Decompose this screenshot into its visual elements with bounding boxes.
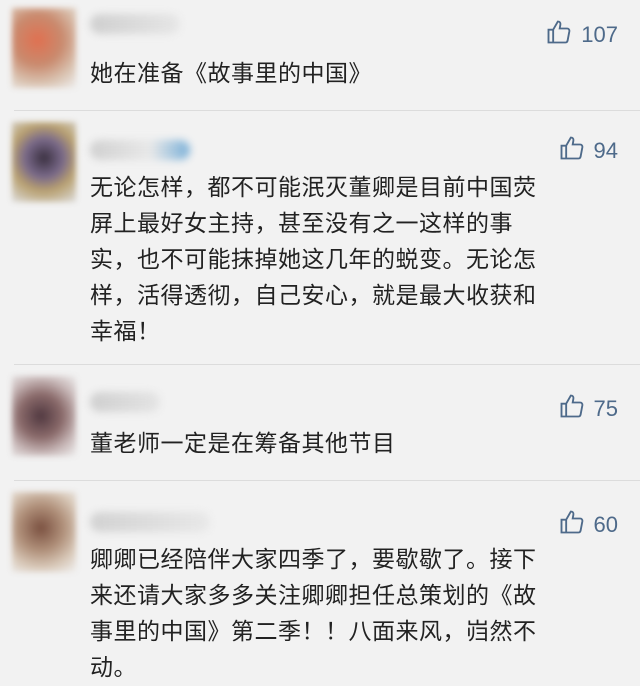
comment-text: 董老师一定是在筹备其他节目 <box>90 431 396 457</box>
like-button[interactable]: 94 <box>558 134 618 168</box>
thumbs-up-icon <box>558 392 594 426</box>
like-button[interactable]: 107 <box>545 18 618 52</box>
comment-text: 卿卿已经陪伴大家四季了，要歇歇了。接下 来还请大家多多关注卿卿担任总策划的《故 … <box>90 547 537 681</box>
like-count: 107 <box>581 22 618 47</box>
avatar[interactable] <box>12 492 76 572</box>
avatar[interactable] <box>12 8 76 88</box>
comment-text: 她在准备《故事里的中国》 <box>90 61 372 87</box>
username-blurred[interactable] <box>90 392 160 412</box>
thumbs-up-icon <box>545 18 581 52</box>
username-blurred[interactable] <box>90 140 190 160</box>
avatar[interactable] <box>12 376 76 456</box>
thumbs-up-icon <box>558 134 594 168</box>
username-blurred[interactable] <box>90 14 180 34</box>
divider <box>14 364 640 365</box>
divider <box>14 480 640 481</box>
like-button[interactable]: 60 <box>558 508 618 542</box>
like-count: 75 <box>593 396 618 421</box>
like-count: 60 <box>593 512 618 537</box>
comment-text: 无论怎样，都不可能泯灭董卿是目前中国荧 屏上最好女主持，甚至没有之一这样的事 实… <box>90 175 537 345</box>
like-count: 94 <box>593 138 618 163</box>
divider <box>14 110 640 111</box>
thumbs-up-icon <box>558 508 594 542</box>
like-button[interactable]: 75 <box>558 392 618 426</box>
avatar[interactable] <box>12 122 76 202</box>
username-blurred[interactable] <box>90 512 210 532</box>
